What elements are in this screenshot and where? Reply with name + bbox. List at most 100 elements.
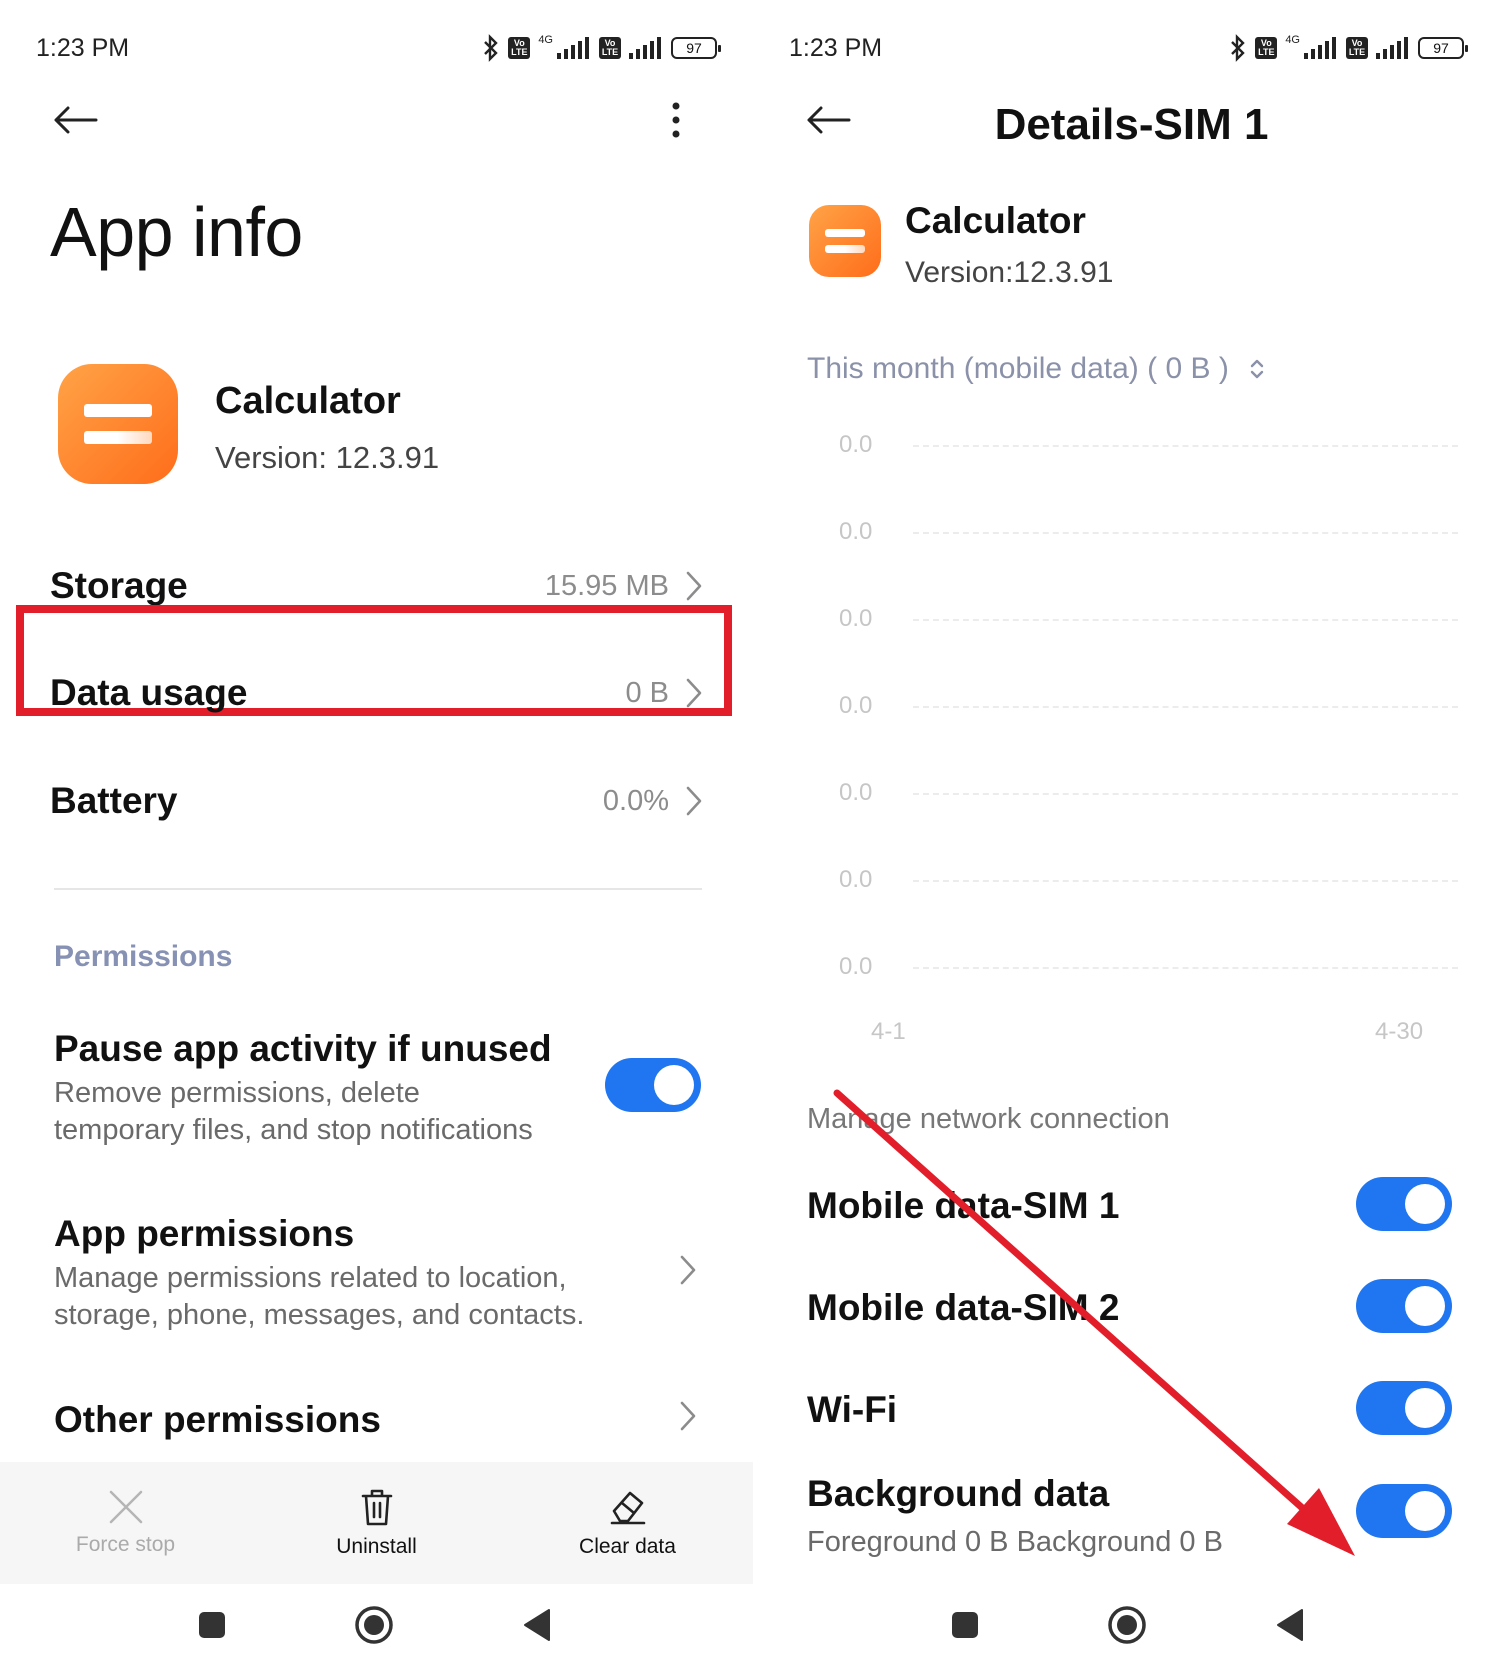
mobile-data-sim1-label: Mobile data-SIM 1 bbox=[807, 1185, 1120, 1226]
bluetooth-icon bbox=[482, 34, 500, 62]
calculator-app-icon bbox=[58, 364, 178, 484]
nav-bar bbox=[753, 1585, 1500, 1667]
chevron-right-icon bbox=[686, 571, 702, 601]
storage-value: 15.95 MB bbox=[544, 569, 669, 602]
period-filter-dropdown[interactable]: This month (mobile data) ( 0 B ) bbox=[807, 352, 1265, 386]
app-name: Calculator bbox=[905, 200, 1086, 241]
page-title: App info bbox=[50, 193, 303, 271]
wifi-label: Wi-Fi bbox=[807, 1389, 898, 1430]
more-options-icon[interactable] bbox=[664, 100, 688, 140]
signal-sim2-icon bbox=[1376, 37, 1410, 59]
y-tick-label: 0.0 bbox=[839, 866, 873, 893]
y-tick-label: 0.0 bbox=[839, 605, 873, 632]
home-icon[interactable] bbox=[1105, 1603, 1149, 1647]
data-usage-label: Data usage bbox=[50, 672, 248, 713]
grid-line bbox=[913, 532, 1458, 534]
chevron-right-icon bbox=[686, 786, 702, 816]
battery-row[interactable]: Battery 0.0% bbox=[50, 780, 703, 822]
chevron-right-icon[interactable] bbox=[676, 1398, 700, 1434]
signal-sim1-icon bbox=[1304, 37, 1338, 59]
app-permissions-desc-line2: storage, phone, messages, and contacts. bbox=[54, 1299, 585, 1331]
app-version: Version: 12.3.91 bbox=[215, 440, 440, 475]
trash-icon bbox=[361, 1489, 392, 1526]
y-tick-label: 0.0 bbox=[839, 779, 873, 806]
battery-level: 97 bbox=[1433, 40, 1449, 56]
grid-line bbox=[913, 706, 1458, 708]
y-tick-label: 0.0 bbox=[839, 953, 873, 980]
divider bbox=[54, 888, 702, 890]
battery-icon: 97 bbox=[1418, 37, 1468, 59]
other-permissions-title[interactable]: Other permissions bbox=[54, 1399, 381, 1441]
battery-icon: 97 bbox=[671, 37, 721, 59]
uninstall-button[interactable]: Uninstall bbox=[277, 1487, 477, 1559]
clear-data-label: Clear data bbox=[579, 1535, 676, 1558]
data-usage-chart: 0.0 0.0 0.0 0.0 0.0 0.0 0.0 4-1 4-30 bbox=[753, 431, 1500, 1045]
grid-line bbox=[913, 967, 1458, 969]
force-stop-button[interactable]: Force stop bbox=[26, 1489, 226, 1557]
y-tick-label: 0.0 bbox=[839, 518, 873, 545]
battery-level: 97 bbox=[686, 40, 702, 56]
status-time: 1:23 PM bbox=[36, 33, 130, 62]
app-permissions-desc-line1: Manage permissions related to location, bbox=[54, 1262, 567, 1294]
mobile-data-sim1-toggle[interactable] bbox=[1356, 1177, 1452, 1231]
net-type-label: 4G bbox=[1285, 34, 1300, 46]
app-name: Calculator bbox=[215, 380, 401, 422]
status-time: 1:23 PM bbox=[789, 33, 883, 62]
data-usage-value: 0 B bbox=[625, 676, 669, 709]
grid-line bbox=[913, 445, 1458, 447]
grid-line bbox=[913, 793, 1458, 795]
volte-icon: Vo LTE bbox=[508, 37, 531, 59]
wifi-toggle[interactable] bbox=[1356, 1381, 1452, 1435]
home-icon[interactable] bbox=[352, 1603, 396, 1647]
x-tick-label: 4-30 bbox=[1375, 1018, 1424, 1045]
mobile-data-sim2-label: Mobile data-SIM 2 bbox=[807, 1287, 1120, 1328]
recents-icon[interactable] bbox=[943, 1603, 987, 1647]
grid-line bbox=[913, 619, 1458, 621]
clear-data-button[interactable]: Clear data bbox=[528, 1487, 728, 1559]
force-stop-label: Force stop bbox=[75, 1533, 176, 1556]
bluetooth-icon bbox=[1229, 34, 1247, 62]
nav-bar bbox=[0, 1585, 753, 1667]
bottom-action-bar: Force stop Uninstall Clear data bbox=[0, 1462, 753, 1584]
volte-icon-2: Vo LTE bbox=[1346, 37, 1368, 59]
calculator-app-icon bbox=[809, 205, 881, 277]
background-data-label: Background data bbox=[807, 1473, 1110, 1514]
pause-activity-title: Pause app activity if unused bbox=[54, 1028, 552, 1069]
app-version: Version:12.3.91 bbox=[905, 256, 1114, 289]
data-usage-row[interactable]: Data usage 0 B bbox=[50, 672, 703, 714]
storage-label: Storage bbox=[50, 565, 188, 606]
battery-label: Battery bbox=[50, 780, 178, 821]
chevron-right-icon bbox=[686, 678, 702, 708]
signal-sim1-icon bbox=[557, 37, 591, 59]
status-bar: 1:23 PM Vo LTE 4G Vo LTE 97 bbox=[789, 30, 1468, 66]
y-tick-label: 0.0 bbox=[839, 692, 873, 719]
storage-row[interactable]: Storage 15.95 MB bbox=[50, 565, 703, 607]
status-bar: 1:23 PM Vo LTE 4G Vo LTE 97 bbox=[36, 30, 721, 66]
back-arrow-icon[interactable] bbox=[50, 100, 100, 140]
details-sim-screen: 1:23 PM Vo LTE 4G Vo LTE 97 Details-SIM 1 … bbox=[753, 0, 1500, 1667]
pause-activity-desc-line1: Remove permissions, delete bbox=[54, 1077, 420, 1109]
net-type-label: 4G bbox=[538, 34, 553, 46]
volte-icon-2: Vo LTE bbox=[599, 37, 621, 59]
background-data-sub: Foreground 0 B Background 0 B bbox=[807, 1526, 1223, 1558]
y-tick-label: 0.0 bbox=[839, 431, 873, 458]
volte-icon: Vo LTE bbox=[1255, 37, 1278, 59]
back-nav-icon[interactable] bbox=[515, 1603, 559, 1647]
signal-sim2-icon bbox=[629, 37, 663, 59]
recents-icon[interactable] bbox=[190, 1603, 234, 1647]
page-title: Details-SIM 1 bbox=[994, 100, 1269, 149]
app-info-screen: 1:23 PM Vo LTE 4G Vo LTE 97 App info Calcu… bbox=[0, 0, 753, 1667]
sort-chevrons-icon bbox=[1250, 359, 1264, 379]
app-permissions-title[interactable]: App permissions bbox=[54, 1213, 354, 1255]
x-tick-label: 4-1 bbox=[871, 1018, 906, 1045]
pause-activity-toggle[interactable] bbox=[605, 1058, 701, 1112]
back-nav-icon[interactable] bbox=[1268, 1603, 1312, 1647]
permissions-header: Permissions bbox=[54, 940, 233, 973]
background-data-toggle[interactable] bbox=[1356, 1484, 1452, 1538]
status-icons: Vo LTE 4G Vo LTE 97 bbox=[482, 34, 721, 62]
grid-line bbox=[913, 880, 1458, 882]
mobile-data-sim2-toggle[interactable] bbox=[1356, 1279, 1452, 1333]
chevron-right-icon[interactable] bbox=[676, 1252, 700, 1288]
pause-activity-desc-line2: temporary files, and stop notifications bbox=[54, 1114, 533, 1146]
uninstall-label: Uninstall bbox=[336, 1535, 417, 1558]
